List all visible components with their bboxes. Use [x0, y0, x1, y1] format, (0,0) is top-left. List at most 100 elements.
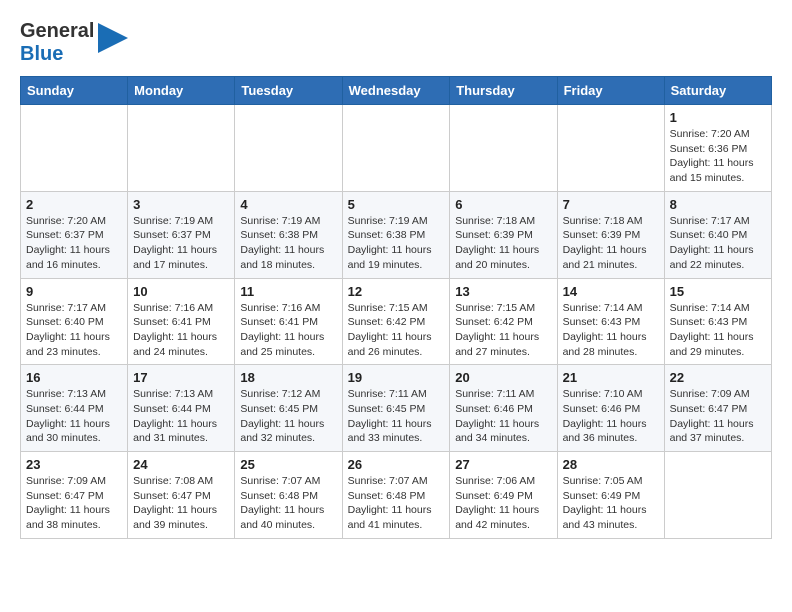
calendar-cell: 17 Sunrise: 7:13 AM Sunset: 6:44 PM Dayli… [128, 365, 235, 452]
day-number: 23 [26, 457, 122, 472]
day-number: 21 [563, 370, 659, 385]
calendar-cell [557, 105, 664, 192]
calendar-cell: 23 Sunrise: 7:09 AM Sunset: 6:47 PM Dayli… [21, 452, 128, 539]
calendar-cell: 9 Sunrise: 7:17 AM Sunset: 6:40 PM Daylig… [21, 278, 128, 365]
logo-arrow-icon [98, 23, 128, 53]
day-number: 14 [563, 284, 659, 299]
calendar-cell: 18 Sunrise: 7:12 AM Sunset: 6:45 PM Dayli… [235, 365, 342, 452]
logo-general-text: General [20, 20, 94, 42]
calendar-cell [128, 105, 235, 192]
day-info: Sunrise: 7:18 AM Sunset: 6:39 PM Dayligh… [455, 214, 551, 273]
calendar-cell: 27 Sunrise: 7:06 AM Sunset: 6:49 PM Dayli… [450, 452, 557, 539]
day-number: 28 [563, 457, 659, 472]
calendar-week-row: 9 Sunrise: 7:17 AM Sunset: 6:40 PM Daylig… [21, 278, 772, 365]
calendar-cell: 26 Sunrise: 7:07 AM Sunset: 6:48 PM Dayli… [342, 452, 450, 539]
col-header-thursday: Thursday [450, 77, 557, 105]
calendar-cell: 11 Sunrise: 7:16 AM Sunset: 6:41 PM Dayli… [235, 278, 342, 365]
calendar-cell: 16Sunrise: 7:13 AM Sunset: 6:44 PM Dayli… [21, 365, 128, 452]
day-info: Sunrise: 7:13 AM Sunset: 6:44 PM Dayligh… [26, 387, 122, 446]
day-info: Sunrise: 7:19 AM Sunset: 6:38 PM Dayligh… [348, 214, 445, 273]
day-info: Sunrise: 7:08 AM Sunset: 6:47 PM Dayligh… [133, 474, 229, 533]
calendar-week-row: 2Sunrise: 7:20 AM Sunset: 6:37 PM Daylig… [21, 191, 772, 278]
day-number: 13 [455, 284, 551, 299]
calendar-cell: 28 Sunrise: 7:05 AM Sunset: 6:49 PM Dayli… [557, 452, 664, 539]
calendar-week-row: 1 Sunrise: 7:20 AM Sunset: 6:36 PM Daylig… [21, 105, 772, 192]
logo-container: General Blue [20, 20, 128, 66]
calendar-cell: 19 Sunrise: 7:11 AM Sunset: 6:45 PM Dayli… [342, 365, 450, 452]
calendar-cell: 22 Sunrise: 7:09 AM Sunset: 6:47 PM Dayli… [664, 365, 771, 452]
day-info: Sunrise: 7:06 AM Sunset: 6:49 PM Dayligh… [455, 474, 551, 533]
calendar-cell [342, 105, 450, 192]
day-info: Sunrise: 7:17 AM Sunset: 6:40 PM Dayligh… [670, 214, 766, 273]
day-number: 5 [348, 197, 445, 212]
calendar-table: SundayMondayTuesdayWednesdayThursdayFrid… [20, 76, 772, 539]
day-number: 20 [455, 370, 551, 385]
calendar-cell: 1 Sunrise: 7:20 AM Sunset: 6:36 PM Daylig… [664, 105, 771, 192]
calendar-cell: 6 Sunrise: 7:18 AM Sunset: 6:39 PM Daylig… [450, 191, 557, 278]
calendar-cell: 24Sunrise: 7:08 AM Sunset: 6:47 PM Dayli… [128, 452, 235, 539]
page-header: General Blue [20, 20, 772, 66]
calendar-cell: 25 Sunrise: 7:07 AM Sunset: 6:48 PM Dayli… [235, 452, 342, 539]
day-info: Sunrise: 7:11 AM Sunset: 6:45 PM Dayligh… [348, 387, 445, 446]
day-number: 27 [455, 457, 551, 472]
day-number: 15 [670, 284, 766, 299]
day-number: 8 [670, 197, 766, 212]
day-info: Sunrise: 7:18 AM Sunset: 6:39 PM Dayligh… [563, 214, 659, 273]
calendar-cell: 3Sunrise: 7:19 AM Sunset: 6:37 PM Daylig… [128, 191, 235, 278]
day-number: 6 [455, 197, 551, 212]
col-header-tuesday: Tuesday [235, 77, 342, 105]
day-number: 10 [133, 284, 229, 299]
day-info: Sunrise: 7:16 AM Sunset: 6:41 PM Dayligh… [240, 301, 336, 360]
day-number: 9 [26, 284, 122, 299]
day-info: Sunrise: 7:20 AM Sunset: 6:36 PM Dayligh… [670, 127, 766, 186]
day-number: 11 [240, 284, 336, 299]
day-info: Sunrise: 7:12 AM Sunset: 6:45 PM Dayligh… [240, 387, 336, 446]
calendar-cell: 15 Sunrise: 7:14 AM Sunset: 6:43 PM Dayli… [664, 278, 771, 365]
day-number: 22 [670, 370, 766, 385]
calendar-header-row: SundayMondayTuesdayWednesdayThursdayFrid… [21, 77, 772, 105]
calendar-cell [235, 105, 342, 192]
calendar-cell: 12Sunrise: 7:15 AM Sunset: 6:42 PM Dayli… [342, 278, 450, 365]
day-number: 7 [563, 197, 659, 212]
col-header-saturday: Saturday [664, 77, 771, 105]
day-info: Sunrise: 7:14 AM Sunset: 6:43 PM Dayligh… [563, 301, 659, 360]
day-info: Sunrise: 7:19 AM Sunset: 6:38 PM Dayligh… [240, 214, 336, 273]
day-info: Sunrise: 7:07 AM Sunset: 6:48 PM Dayligh… [240, 474, 336, 533]
calendar-cell: 21 Sunrise: 7:10 AM Sunset: 6:46 PM Dayli… [557, 365, 664, 452]
calendar-cell: 14 Sunrise: 7:14 AM Sunset: 6:43 PM Dayli… [557, 278, 664, 365]
day-number: 1 [670, 110, 766, 125]
day-info: Sunrise: 7:14 AM Sunset: 6:43 PM Dayligh… [670, 301, 766, 360]
col-header-sunday: Sunday [21, 77, 128, 105]
day-info: Sunrise: 7:05 AM Sunset: 6:49 PM Dayligh… [563, 474, 659, 533]
calendar-cell: 5 Sunrise: 7:19 AM Sunset: 6:38 PM Daylig… [342, 191, 450, 278]
col-header-friday: Friday [557, 77, 664, 105]
day-info: Sunrise: 7:09 AM Sunset: 6:47 PM Dayligh… [670, 387, 766, 446]
calendar-cell: 8 Sunrise: 7:17 AM Sunset: 6:40 PM Daylig… [664, 191, 771, 278]
day-number: 17 [133, 370, 229, 385]
calendar-week-row: 16Sunrise: 7:13 AM Sunset: 6:44 PM Dayli… [21, 365, 772, 452]
day-number: 4 [240, 197, 336, 212]
logo: General Blue [20, 20, 128, 66]
calendar-cell: 4 Sunrise: 7:19 AM Sunset: 6:38 PM Daylig… [235, 191, 342, 278]
day-info: Sunrise: 7:11 AM Sunset: 6:46 PM Dayligh… [455, 387, 551, 446]
calendar-cell: 2Sunrise: 7:20 AM Sunset: 6:37 PM Daylig… [21, 191, 128, 278]
day-number: 3 [133, 197, 229, 212]
calendar-cell [450, 105, 557, 192]
logo-blue-text: Blue [20, 43, 63, 65]
day-info: Sunrise: 7:13 AM Sunset: 6:44 PM Dayligh… [133, 387, 229, 446]
day-number: 25 [240, 457, 336, 472]
day-info: Sunrise: 7:15 AM Sunset: 6:42 PM Dayligh… [348, 301, 445, 360]
calendar-cell [664, 452, 771, 539]
calendar-cell: 20 Sunrise: 7:11 AM Sunset: 6:46 PM Dayli… [450, 365, 557, 452]
day-info: Sunrise: 7:07 AM Sunset: 6:48 PM Dayligh… [348, 474, 445, 533]
day-info: Sunrise: 7:10 AM Sunset: 6:46 PM Dayligh… [563, 387, 659, 446]
day-info: Sunrise: 7:17 AM Sunset: 6:40 PM Dayligh… [26, 301, 122, 360]
calendar-week-row: 23 Sunrise: 7:09 AM Sunset: 6:47 PM Dayli… [21, 452, 772, 539]
day-number: 19 [348, 370, 445, 385]
day-info: Sunrise: 7:20 AM Sunset: 6:37 PM Dayligh… [26, 214, 122, 273]
calendar-cell: 7 Sunrise: 7:18 AM Sunset: 6:39 PM Daylig… [557, 191, 664, 278]
day-info: Sunrise: 7:09 AM Sunset: 6:47 PM Dayligh… [26, 474, 122, 533]
day-number: 18 [240, 370, 336, 385]
day-info: Sunrise: 7:16 AM Sunset: 6:41 PM Dayligh… [133, 301, 229, 360]
day-number: 26 [348, 457, 445, 472]
